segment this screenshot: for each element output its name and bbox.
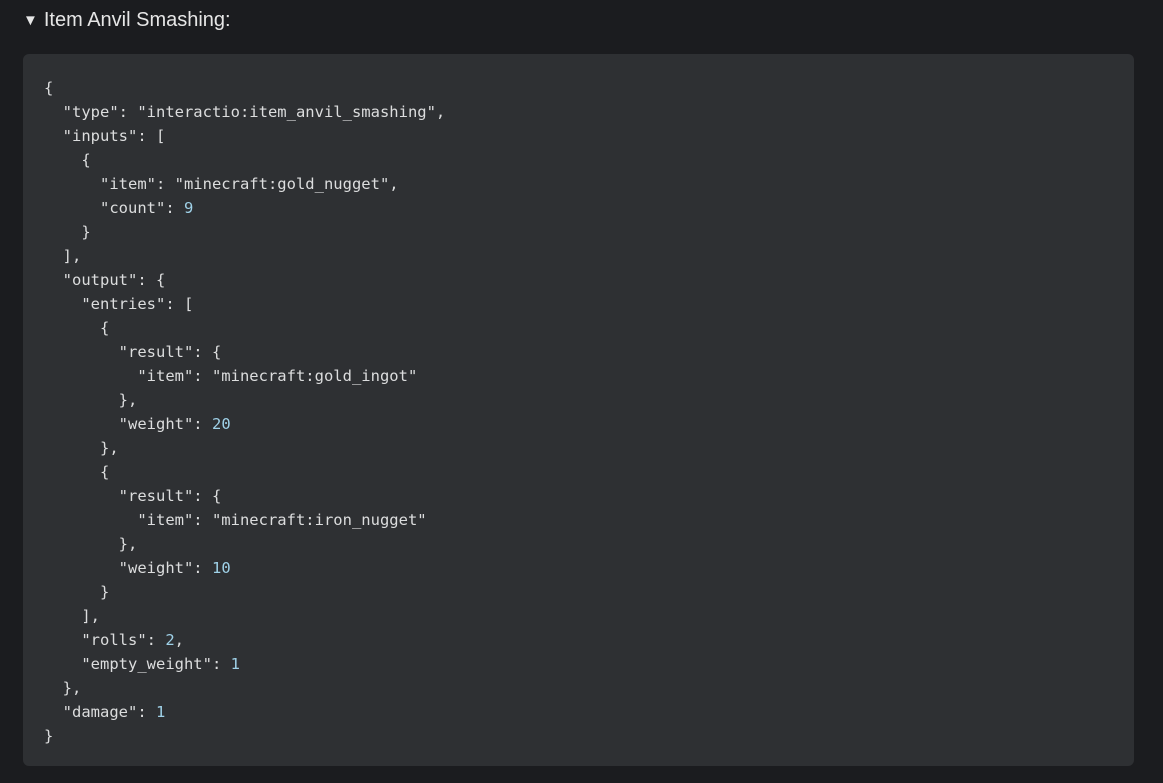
code-line: { [44, 463, 110, 481]
code-line: "inputs": [ [44, 127, 166, 145]
code-line: "entries": [ [44, 295, 194, 313]
code-line: { [44, 151, 91, 169]
code-line: "item": "minecraft:gold_nugget", [44, 175, 399, 193]
code-line: "item": "minecraft:iron_nugget" [44, 511, 427, 529]
code-line: }, [44, 391, 138, 409]
code-line: ], [44, 247, 82, 265]
code-line: "rolls": 2, [44, 631, 185, 649]
code-line: } [44, 583, 110, 601]
code-line: { [44, 79, 54, 97]
code-line: { [44, 319, 110, 337]
code-line: "output": { [44, 271, 166, 289]
code-line: "weight": 20 [44, 415, 231, 433]
code-line: "type": "interactio:item_anvil_smashing"… [44, 103, 446, 121]
code-block: { "type": "interactio:item_anvil_smashin… [23, 54, 1134, 766]
code-line: "result": { [44, 487, 222, 505]
section-title: Item Anvil Smashing: [43, 8, 231, 31]
details-summary-toggle[interactable]: ▼ Item Anvil Smashing: [23, 6, 231, 34]
code-line: "damage": 1 [44, 703, 166, 721]
expanded-triangle-icon: ▼ [23, 11, 38, 29]
code-line: "weight": 10 [44, 559, 231, 577]
code-line: }, [44, 439, 119, 457]
code-line: } [44, 223, 91, 241]
code-line: ], [44, 607, 100, 625]
code-line: "count": 9 [44, 199, 194, 217]
json-code: { "type": "interactio:item_anvil_smashin… [44, 76, 445, 748]
code-line: }, [44, 679, 82, 697]
code-line: } [44, 727, 54, 745]
code-line: "item": "minecraft:gold_ingot" [44, 367, 418, 385]
code-line: "result": { [44, 343, 222, 361]
code-line: "empty_weight": 1 [44, 655, 240, 673]
code-line: }, [44, 535, 138, 553]
